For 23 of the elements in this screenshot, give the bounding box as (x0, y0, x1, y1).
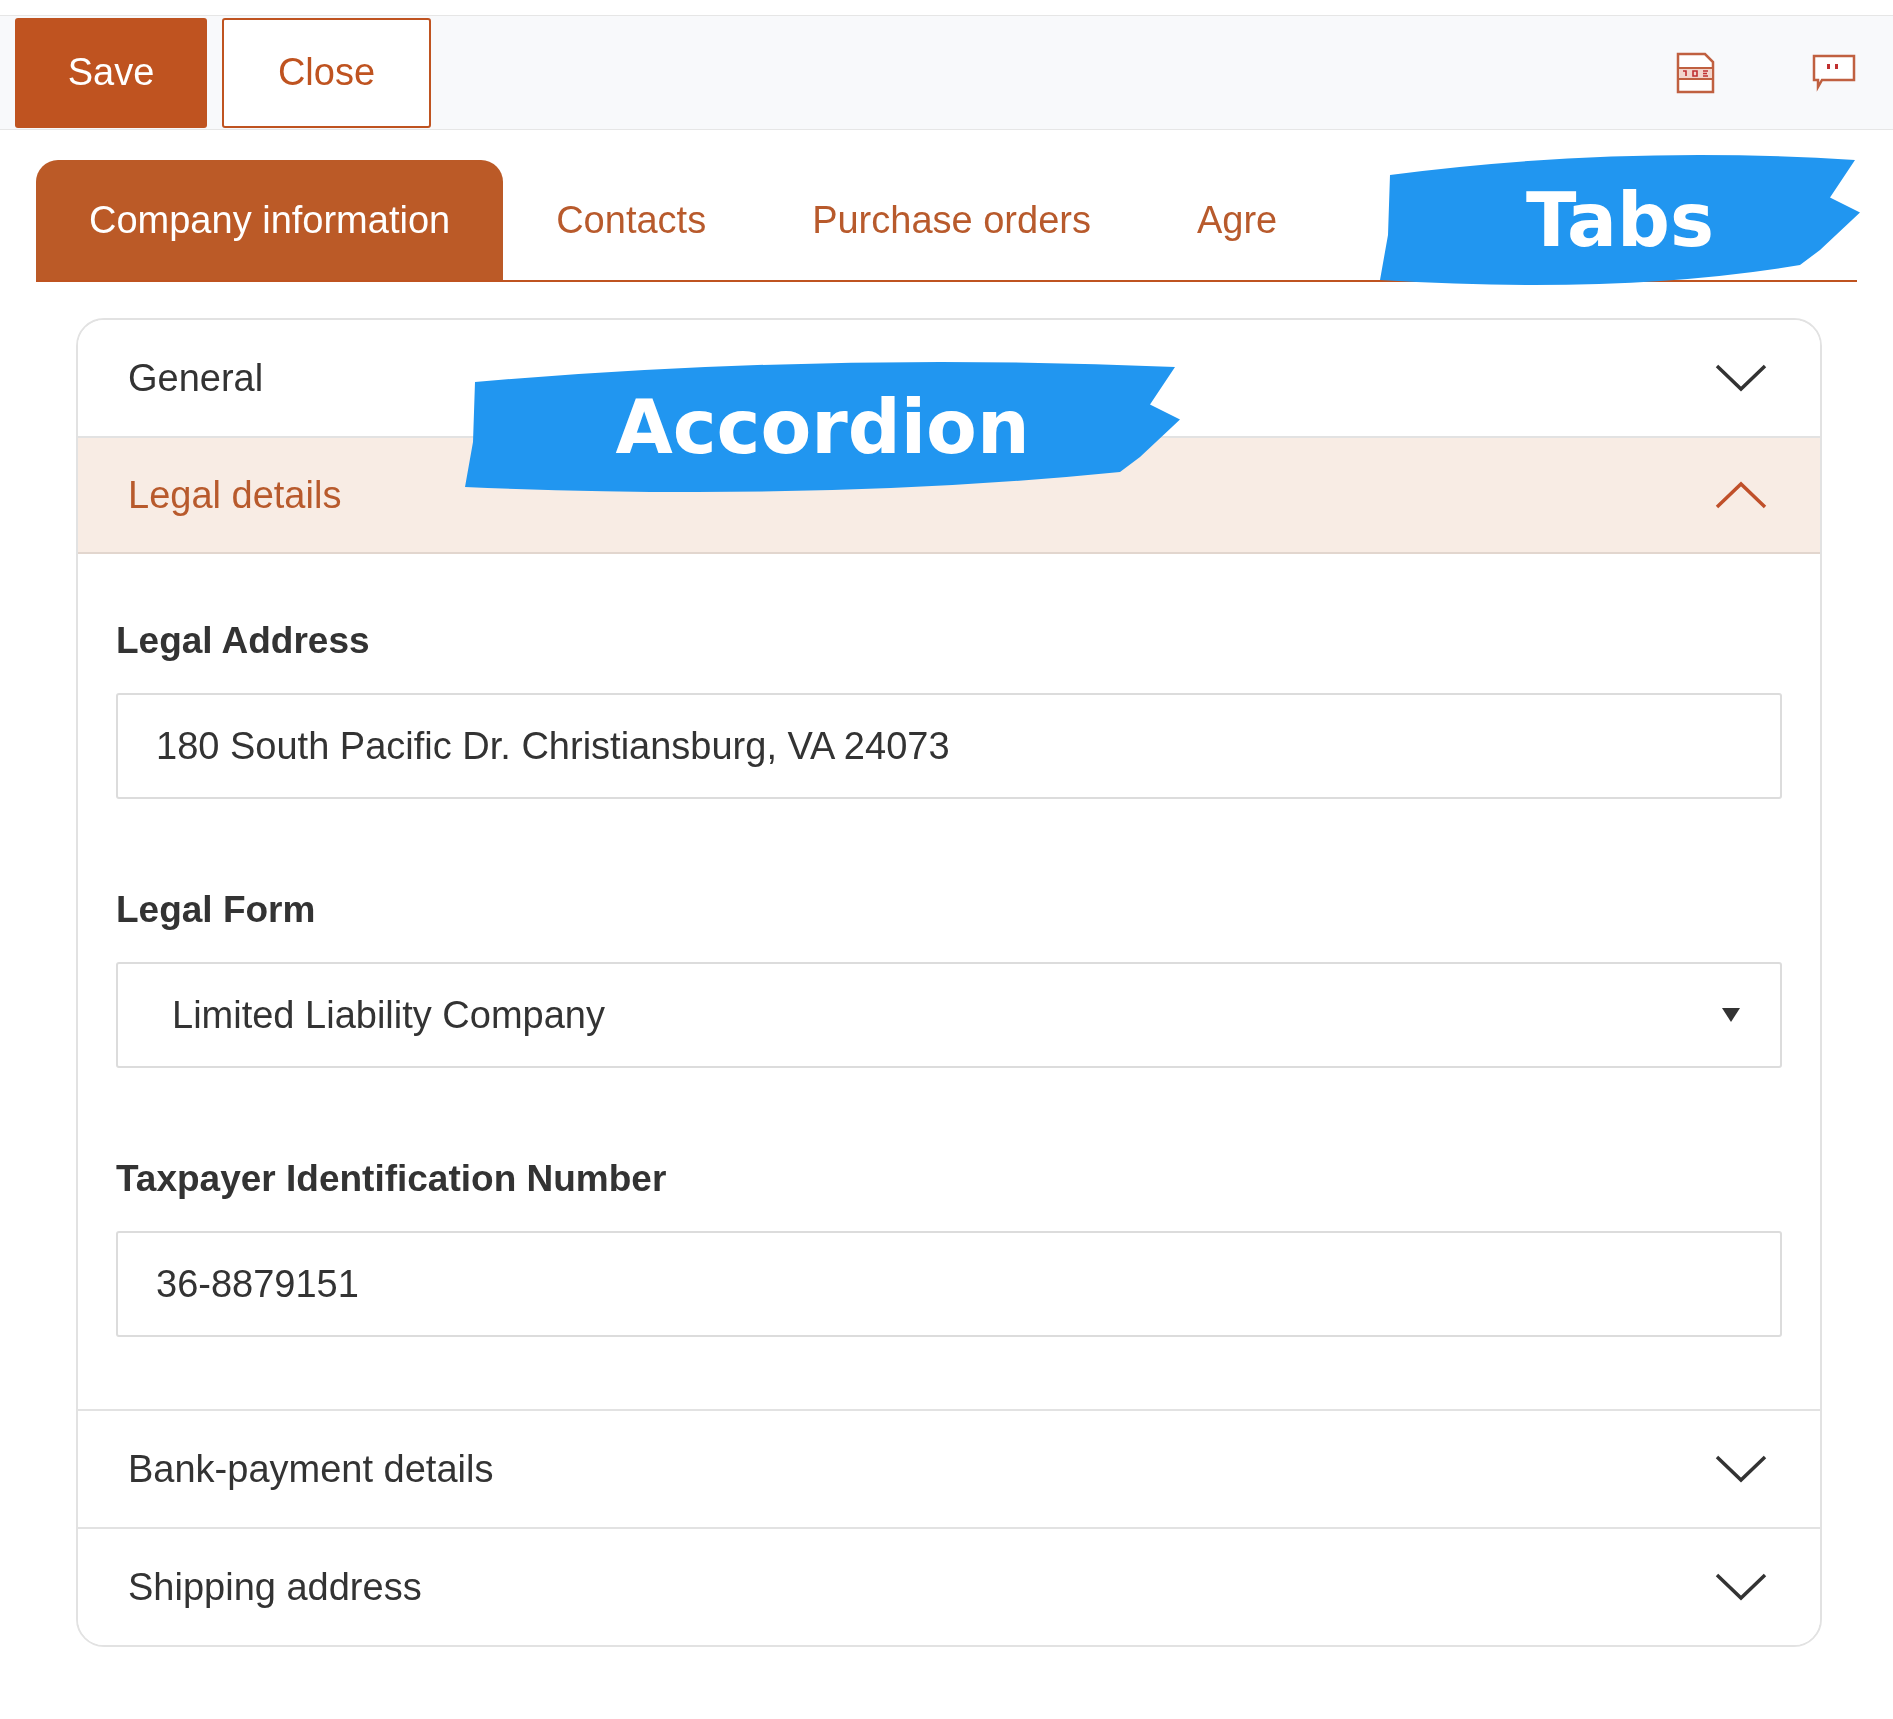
accordion-title: Bank-payment details (128, 1446, 494, 1492)
tab[interactable]: Contacts (503, 160, 760, 280)
pdf-file-icon[interactable] (1675, 51, 1717, 94)
comment-icon[interactable] (1812, 52, 1856, 93)
dropdown-arrow-icon (1722, 1008, 1740, 1022)
tab[interactable]: Agre (1143, 160, 1331, 280)
text-field[interactable]: 36-8879151 (116, 1231, 1782, 1337)
accordion-title: Legal details (128, 472, 342, 518)
accordion-title: General (128, 355, 264, 401)
chevron-up-icon (1714, 480, 1768, 510)
tab[interactable]: Purchase orders (759, 160, 1144, 280)
field-label: Taxpayer Identification Number (116, 1160, 668, 1197)
save-button[interactable]: Save (15, 17, 207, 128)
dropdown-field[interactable]: Limited Liability Company (116, 962, 1782, 1068)
tab[interactable]: Company information (36, 160, 504, 280)
field-label: Legal Address (116, 622, 371, 659)
field-label: Legal Form (116, 891, 317, 928)
chevron-down-icon (1714, 1572, 1768, 1602)
chevron-down-icon (1714, 1454, 1768, 1484)
chevron-down-icon (1714, 363, 1768, 393)
accordion-title: Shipping address (128, 1564, 422, 1610)
close-button[interactable]: Close (222, 17, 431, 128)
text-field[interactable]: 180 South Pacific Dr. Christiansburg, VA 24073 (116, 693, 1782, 799)
